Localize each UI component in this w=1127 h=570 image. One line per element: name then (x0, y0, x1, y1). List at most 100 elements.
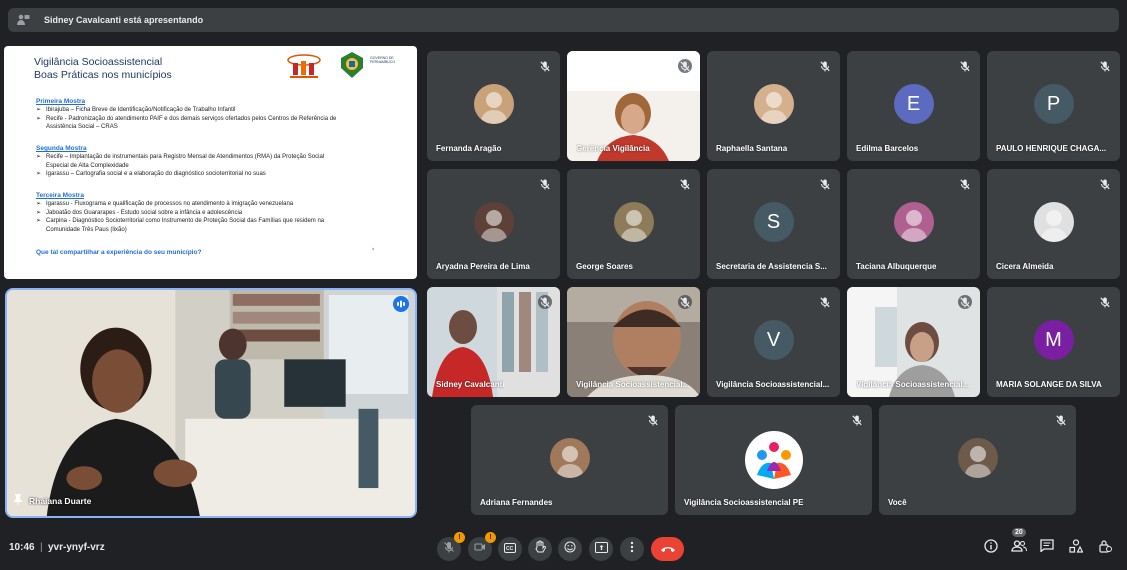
participant-name: Você (888, 498, 907, 507)
clock-time: 10:46 (9, 542, 35, 553)
participant-name: Vigilância Socioassistencial PE (684, 498, 804, 507)
mic-off-icon (1098, 295, 1112, 309)
participant-tile[interactable]: Adriana Fernandes (471, 405, 668, 515)
participant-name: Gerência Vigilância (576, 144, 650, 153)
svg-text:CC: CC (506, 546, 514, 552)
camera-toggle-button[interactable]: ! (468, 532, 496, 561)
avatar-photo (549, 438, 590, 478)
avatar-photo (893, 202, 934, 242)
emoji-icon (564, 540, 576, 558)
slide-section-2: Segunda Mostra Recife – Implantação de i… (36, 145, 346, 179)
slide-question: Que tal compartilhar a experiência do se… (36, 249, 202, 256)
captions-button[interactable]: CC (498, 537, 522, 561)
participant-name: MARIA SOLANGE DA SILVA (996, 380, 1102, 389)
pin-icon[interactable] (13, 492, 23, 510)
leave-call-button[interactable] (651, 537, 684, 561)
avatar-letter: P (1033, 84, 1074, 124)
participant-name: Fernanda Aragão (436, 144, 502, 153)
people-icon (1011, 539, 1027, 557)
more-options-button[interactable] (620, 537, 644, 561)
section-heading: Primeira Mostra (36, 98, 86, 105)
participant-tile[interactable]: Raphaella Santana (707, 51, 840, 161)
participant-tile[interactable]: Você (879, 405, 1076, 515)
participant-name: PAULO HENRIQUE CHAGA... (996, 144, 1107, 153)
meeting-details-button[interactable] (982, 538, 1000, 558)
mic-off-icon (818, 59, 832, 73)
mic-off-icon (1098, 177, 1112, 191)
mic-off-icon (850, 413, 864, 427)
present-now-button[interactable] (589, 537, 613, 561)
participant-tile[interactable]: Vigilância Socioassistencial PE (675, 405, 872, 515)
mic-off-icon (818, 177, 832, 191)
participant-tile[interactable]: S Secretaria de Assistencia S... (707, 169, 840, 279)
mic-off-icon (1098, 59, 1112, 73)
info-icon (984, 538, 998, 558)
mic-off-icon (818, 295, 832, 309)
avatar-logo (744, 431, 803, 489)
raise-hand-button[interactable] (528, 537, 552, 561)
presenting-person-icon (16, 13, 30, 27)
mic-off-icon (538, 295, 552, 309)
bottom-toolbar: 10:46 | yvr-ynyf-vrz ! ! CC 20 (0, 528, 1127, 570)
participant-tile[interactable]: M MARIA SOLANGE DA SILVA (987, 287, 1120, 397)
participant-count-badge: 20 (1012, 528, 1026, 537)
participant-tile[interactable]: Vigilância Socioassistencial... (567, 287, 700, 397)
participant-tile[interactable]: Gerência Vigilância (567, 51, 700, 161)
slide-title: Vigilância Socioassistencial Boas Prátic… (34, 56, 172, 82)
speaker-video (7, 290, 415, 516)
mic-off-icon (678, 295, 692, 309)
avatar-letter: M (1033, 320, 1074, 360)
active-speaker-tile[interactable]: Rhaiana Duarte (5, 288, 417, 518)
speaker-name: Rhaiana Duarte (29, 496, 92, 506)
activities-icon (1069, 538, 1084, 558)
participant-tile[interactable]: Vigilância Socioassistencial... (847, 287, 980, 397)
more-options-icon (630, 540, 634, 558)
mic-off-icon (678, 177, 692, 191)
avatar-letter: E (893, 84, 934, 124)
mic-off-icon (958, 295, 972, 309)
government-seal-logo (341, 52, 363, 78)
people-button[interactable]: 20 (1010, 528, 1028, 557)
participant-tile[interactable]: Fernanda Aragão (427, 51, 560, 161)
reactions-button[interactable] (558, 537, 582, 561)
mic-off-icon (958, 59, 972, 73)
participant-tile[interactable]: Aryadna Pereira de Lima (427, 169, 560, 279)
chat-icon (1040, 539, 1054, 557)
avatar-photo (473, 202, 514, 242)
slide-section-1: Primeira Mostra Ibirajuba – Ficha Breve … (36, 98, 346, 132)
avatar-photo (753, 84, 794, 124)
participant-tile[interactable]: George Soares (567, 169, 700, 279)
section-item: Igarassu – Cartografia social e a elabor… (36, 170, 346, 179)
avatar-photo (613, 202, 654, 242)
avatar-letter: S (753, 202, 794, 242)
activities-button[interactable] (1067, 538, 1085, 558)
camera-off-icon (474, 540, 486, 558)
participant-tile[interactable]: Sidney Cavalcanti (427, 287, 560, 397)
participant-name: Aryadna Pereira de Lima (436, 262, 530, 271)
shared-slide[interactable]: Vigilância Socioassistencial Boas Prátic… (4, 46, 417, 279)
participant-tile[interactable]: P PAULO HENRIQUE CHAGA... (987, 51, 1120, 161)
participant-name: Vigilância Socioassistencial... (716, 380, 830, 389)
participant-tile[interactable]: Taciana Albuquerque (847, 169, 980, 279)
presenting-banner: Sidney Cavalcanti está apresentando (8, 8, 1119, 32)
participant-name: Secretaria de Assistencia S... (716, 262, 827, 271)
mic-off-icon (538, 59, 552, 73)
mic-off-icon (538, 177, 552, 191)
slide-title-line-2: Boas Práticas nos municípios (34, 69, 172, 81)
host-controls-icon (1098, 539, 1112, 558)
section-item: Jaboatão dos Guararapes - Estudo social … (36, 209, 346, 218)
participant-tile[interactable]: E Edilma Barcelos (847, 51, 980, 161)
host-controls-button[interactable] (1096, 539, 1114, 557)
mic-toggle-button[interactable]: ! (437, 532, 465, 561)
participant-name: Sidney Cavalcanti (436, 380, 505, 389)
present-screen-icon (594, 540, 608, 558)
participant-name: George Soares (576, 262, 633, 271)
org-logo (287, 54, 321, 78)
participant-tile[interactable]: Cicera Almeida (987, 169, 1120, 279)
participant-tile[interactable]: V Vigilância Socioassistencial... (707, 287, 840, 397)
participant-name: Vigilância Socioassistencial... (576, 380, 690, 389)
chat-button[interactable] (1038, 539, 1056, 557)
section-item: Igarassu - Fluxograma e qualificação de … (36, 200, 346, 209)
speaking-indicator-icon (393, 296, 409, 312)
section-heading: Terceira Mostra (36, 192, 84, 199)
